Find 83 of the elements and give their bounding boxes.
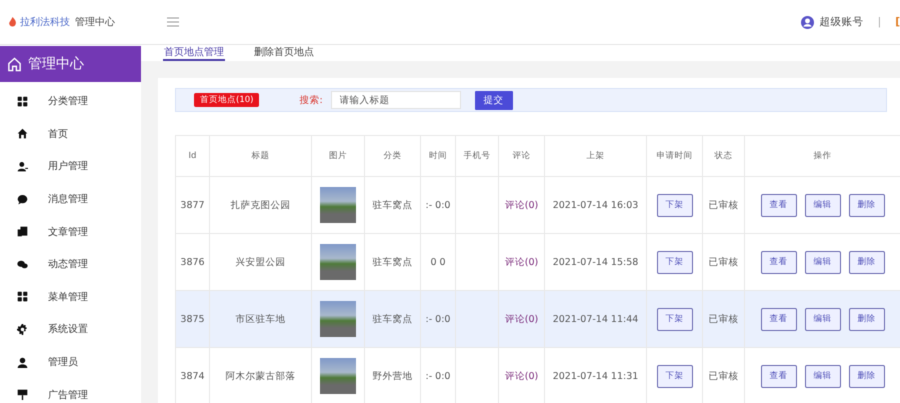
sidebar-item[interactable]: 消息管理 [0, 182, 141, 216]
unlist-button[interactable]: 下架 [656, 194, 692, 216]
signboard-icon [17, 389, 28, 400]
chat-bubble-icon [17, 194, 28, 205]
home-icon [17, 128, 28, 140]
column-header: 上架 [544, 136, 646, 176]
table-cell: 3877 [176, 176, 210, 234]
sidebar-item[interactable]: 动态管理 [0, 248, 141, 281]
comment-link[interactable]: 评论(0) [504, 314, 538, 324]
delete-button[interactable]: 删除 [848, 194, 884, 216]
delete-button[interactable]: 删除 [848, 364, 884, 388]
photo-placeholder [320, 301, 356, 337]
column-header: 状态 [702, 136, 744, 176]
chat-bubbles-icon [17, 258, 28, 270]
user-add-icon [17, 160, 28, 172]
view-button[interactable]: 查看 [760, 364, 796, 388]
search-label: 搜索: [299, 94, 323, 106]
column-header: 时间 [420, 136, 456, 176]
sidebar-item[interactable]: 菜单管理 [0, 280, 141, 314]
table-cell: 已审核 [702, 290, 744, 348]
table-cell: 2021-07-14 11:44 [544, 290, 646, 348]
sidebar-title-text: 管理中心 [28, 55, 84, 73]
unlist-button[interactable]: 下架 [656, 250, 692, 274]
sidebar-item[interactable]: 用户管理 [0, 150, 141, 183]
view-button[interactable]: 查看 [760, 250, 796, 274]
edit-button[interactable]: 编辑 [804, 308, 840, 330]
edit-button[interactable]: 编辑 [804, 194, 840, 216]
table-cell: 扎萨克图公园 [210, 176, 312, 234]
user-name[interactable]: 超级账号 [820, 15, 864, 29]
sidebar-item[interactable]: 分类管理 [0, 85, 141, 118]
table-cell: 驻车窝点 [364, 290, 420, 348]
menu-icon[interactable] [167, 17, 179, 27]
unlist-button[interactable]: 下架 [656, 308, 692, 330]
user-icon [17, 356, 28, 368]
column-header: 手机号 [456, 136, 498, 176]
document-icon [17, 226, 28, 238]
grid-icon [17, 96, 28, 107]
search-field[interactable]: 请输入标题 [330, 91, 461, 109]
sidebar-item[interactable]: 文章管理 [0, 215, 141, 248]
sidebar-item[interactable]: 管理员 [0, 346, 141, 378]
photo-placeholder [320, 187, 356, 223]
table-cell: 3874 [176, 348, 210, 403]
column-header: 分类 [364, 136, 420, 176]
table-cell: 已审核 [702, 176, 744, 234]
table-cell: 驻车窝点 [364, 176, 420, 234]
column-header: 标题 [210, 136, 312, 176]
photo-placeholder [320, 244, 356, 280]
tab[interactable]: 首页地点管理 [163, 45, 225, 61]
submit-button[interactable]: 提交 [474, 90, 513, 110]
column-header: Id [176, 136, 210, 176]
flame-icon [8, 17, 17, 27]
settings-icon [17, 324, 28, 335]
logo-text: 拉利法科技 [20, 16, 70, 29]
column-header: 评论 [498, 136, 544, 176]
column-header: 图片 [312, 136, 364, 176]
table-cell: 2021-07-14 16:03 [544, 176, 646, 234]
delete-button[interactable]: 删除 [848, 250, 884, 274]
table-cell: :- 0:0 [420, 290, 456, 348]
photo-placeholder [320, 358, 356, 394]
count-badge: 首页地点(10) [194, 93, 260, 107]
avatar-icon [800, 16, 814, 28]
comment-link[interactable]: 评论(0) [504, 370, 538, 382]
edit-button[interactable]: 编辑 [804, 250, 840, 274]
sidebar-item[interactable]: 广告管理 [0, 378, 141, 403]
home-icon [7, 56, 22, 72]
sidebar-item[interactable]: 首页 [0, 118, 141, 150]
comment-link[interactable]: 评论(0) [504, 200, 538, 210]
tab[interactable]: 删除首页地点 [253, 45, 315, 61]
unlist-button[interactable]: 下架 [656, 364, 692, 388]
edit-button[interactable]: 编辑 [804, 364, 840, 388]
app-name: 管理中心 [75, 16, 116, 29]
view-button[interactable]: 查看 [760, 194, 796, 216]
column-header: 操作 [744, 136, 900, 176]
column-header: 申请时间 [646, 136, 702, 176]
grid-icon [17, 291, 28, 302]
separator-text: | [878, 16, 882, 28]
sidebar-item[interactable]: 系统设置 [0, 313, 141, 346]
delete-button[interactable]: 删除 [848, 308, 884, 330]
table-cell: :- 0:0 [420, 176, 456, 234]
table-cell: 市区驻车地 [210, 290, 312, 348]
comment-link[interactable]: 评论(0) [504, 256, 538, 268]
table-cell: 3875 [176, 290, 210, 348]
view-button[interactable]: 查看 [760, 308, 796, 330]
